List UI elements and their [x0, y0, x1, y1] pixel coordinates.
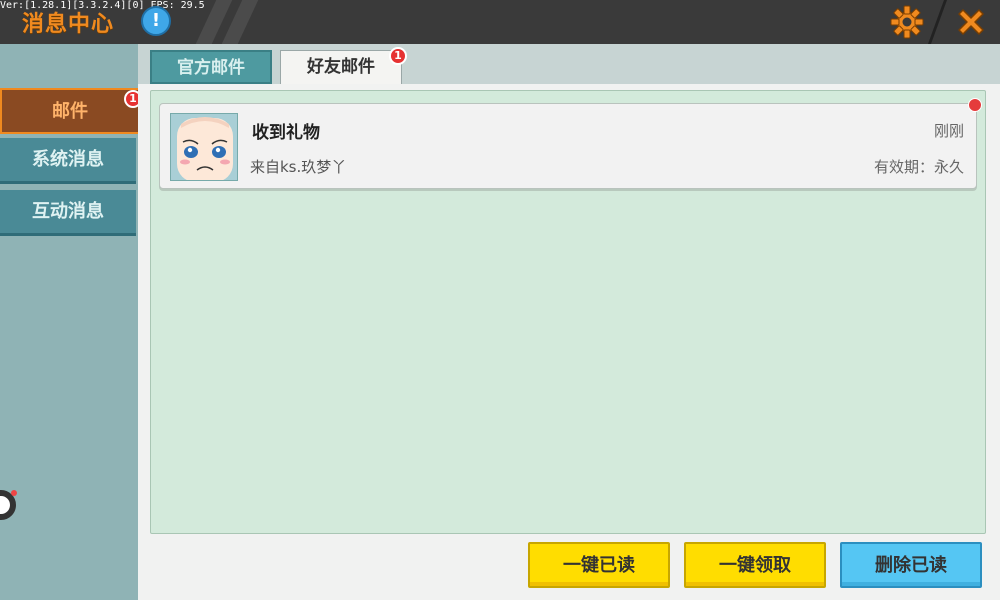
sidebar-item-label: 邮件: [52, 101, 88, 122]
avatar-face-icon: [171, 114, 237, 180]
mail-list-panel[interactable]: 收到礼物 来自ks.玖梦丫 刚刚 有效期：永久: [150, 90, 986, 534]
close-icon[interactable]: [954, 5, 988, 39]
mail-sender: 来自ks.玖梦丫: [250, 158, 347, 176]
tab-friend-mail[interactable]: 好友邮件 1: [280, 47, 407, 86]
joystick-alert-dot: [11, 490, 17, 496]
sidebar-item-system-messages[interactable]: 系统消息: [0, 138, 136, 184]
sidebar-item-interaction-messages[interactable]: 互动消息: [0, 190, 136, 236]
header-divider: [927, 0, 948, 44]
sidebar-item-mail[interactable]: 邮件 1: [0, 88, 142, 134]
notification-badge: 1: [389, 47, 407, 65]
mail-item[interactable]: 收到礼物 来自ks.玖梦丫 刚刚 有效期：永久: [159, 98, 982, 189]
sidebar-item-label: 系统消息: [32, 149, 104, 170]
tab-bar: 官方邮件 好友邮件 1: [138, 44, 1000, 86]
claim-all-button[interactable]: 一键领取: [684, 542, 826, 588]
gear-icon[interactable]: [890, 5, 924, 39]
delete-read-button[interactable]: 删除已读: [840, 542, 982, 588]
sidebar: 邮件 1 系统消息 互动消息: [0, 44, 142, 600]
mail-content-area: 收到礼物 来自ks.玖梦丫 刚刚 有效期：永久 一键已读 一键领取 删除已读: [138, 84, 1000, 600]
page-title: 消息中心: [22, 12, 115, 37]
top-bar: Ver:[1.28.1][3.3.2.4][0] FPS: 29.5 消息中心 …: [0, 0, 1000, 44]
mail-title: 收到礼物: [252, 123, 320, 143]
sender-avatar: [170, 113, 238, 181]
mark-all-read-button[interactable]: 一键已读: [528, 542, 670, 588]
mail-timestamp: 刚刚: [933, 122, 964, 140]
tab-official-mail[interactable]: 官方邮件: [150, 50, 272, 84]
tab-label: 好友邮件: [307, 57, 375, 77]
mail-validity: 有效期：永久: [873, 158, 964, 176]
info-icon[interactable]: !: [141, 6, 171, 36]
sidebar-item-label: 互动消息: [32, 201, 104, 222]
tab-label: 官方邮件: [177, 58, 245, 78]
unread-indicator: [968, 98, 982, 112]
